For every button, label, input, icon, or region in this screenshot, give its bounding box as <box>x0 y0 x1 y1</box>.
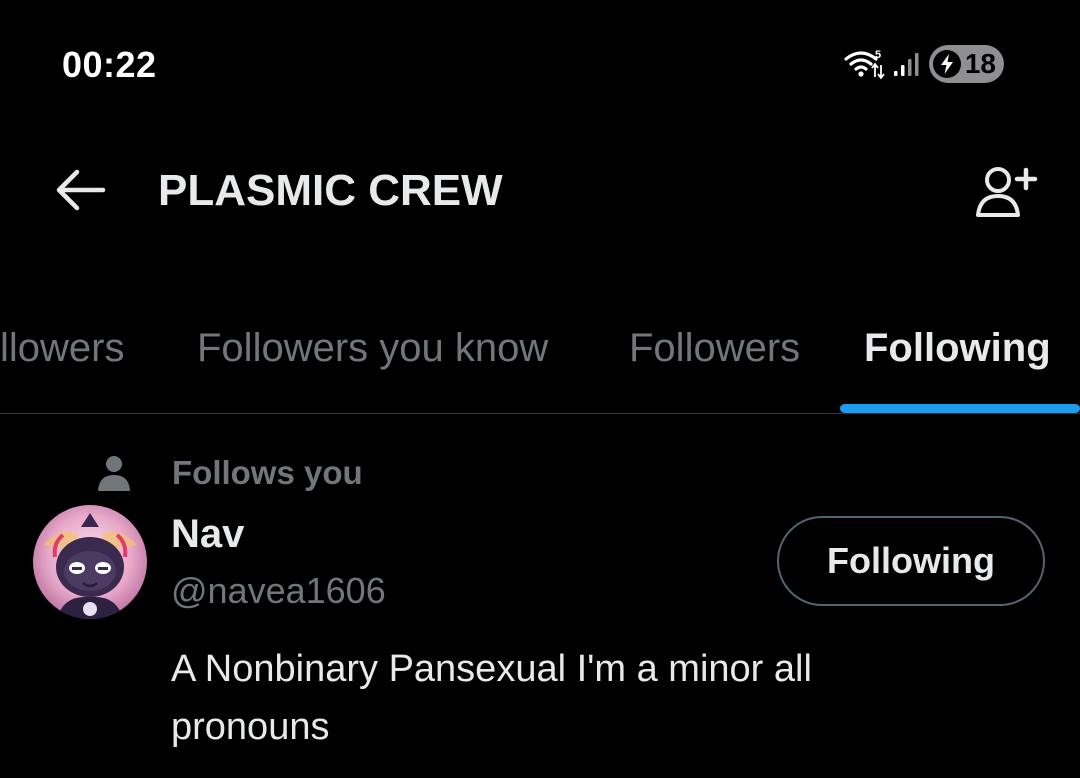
display-name[interactable]: Nav <box>171 512 244 557</box>
active-tab-indicator <box>840 404 1080 413</box>
status-icons: 5 18 <box>843 44 1004 84</box>
back-arrow-icon <box>56 169 106 211</box>
tab-bar: llowers Followers you know Followers Fol… <box>0 300 1080 414</box>
battery-level: 18 <box>964 48 996 79</box>
tab-followers-you-know[interactable]: Followers you know <box>197 326 548 371</box>
page-title: PLASMIC CREW <box>158 166 503 215</box>
user-handle[interactable]: @navea1606 <box>171 570 386 612</box>
signal-icon <box>893 53 919 76</box>
following-button[interactable]: Following <box>777 516 1045 606</box>
tab-followers-partial[interactable]: llowers <box>0 326 124 371</box>
follows-you-row: Follows you <box>96 450 363 496</box>
follows-you-label: Follows you <box>172 454 363 491</box>
add-user-icon <box>976 167 1038 217</box>
back-button[interactable] <box>50 162 110 218</box>
wifi-icon: 5 <box>844 49 885 80</box>
tab-followers[interactable]: Followers <box>629 326 800 371</box>
status-time: 00:22 <box>62 44 157 85</box>
charging-bolt-icon <box>932 50 961 78</box>
tab-following[interactable]: Following <box>864 326 1051 371</box>
battery-indicator: 18 <box>928 45 1004 83</box>
user-bio: A Nonbinary Pansexual I'm a minor all pr… <box>171 648 812 748</box>
person-icon <box>98 456 130 491</box>
wifi-badge: 5 <box>875 49 881 61</box>
add-user-button[interactable] <box>970 160 1040 222</box>
avatar[interactable] <box>33 505 147 619</box>
